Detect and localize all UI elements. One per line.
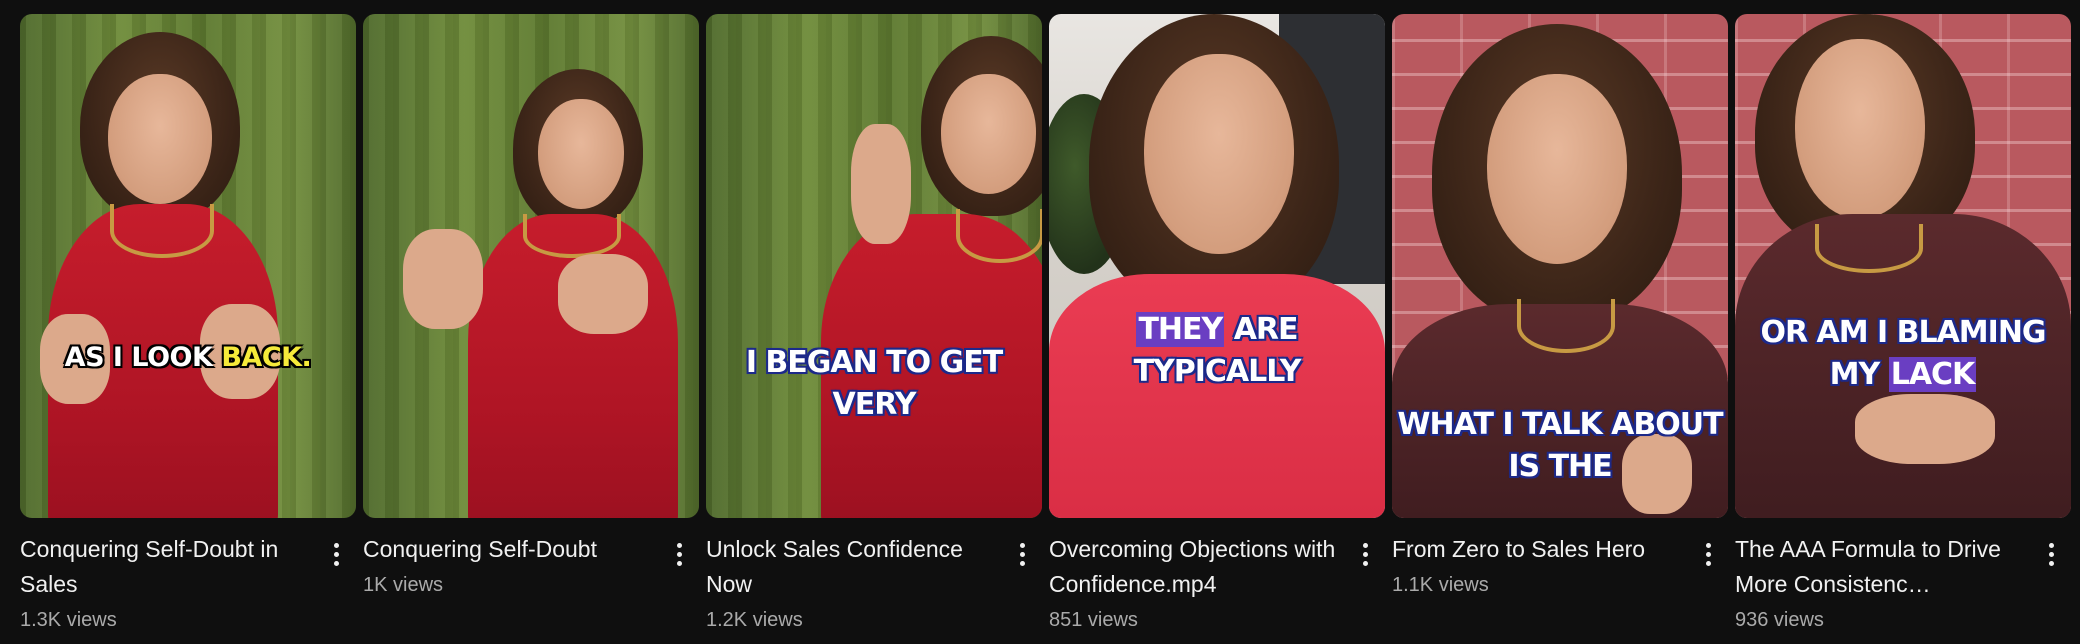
view-count: 1.1K views xyxy=(1392,574,1489,596)
more-vert-icon[interactable] xyxy=(1353,538,1377,570)
short-card: Conquering Self-Doubt 1K views xyxy=(363,14,699,636)
short-title[interactable]: Overcoming Objections with Confidence.mp… xyxy=(1049,532,1351,602)
short-card: OR AM I BLAMING MY LACK The AAA Formula t… xyxy=(1735,14,2071,636)
short-card: AS I LOOK BACK. Conquering Self-Doubt in… xyxy=(20,14,356,636)
short-card: THEY ARE TYPICALLY Overcoming Objections … xyxy=(1049,14,1385,636)
short-meta: From Zero to Sales Hero 1.1K views xyxy=(1392,518,1728,601)
view-count: 1.2K views xyxy=(706,609,803,631)
short-title[interactable]: From Zero to Sales Hero xyxy=(1392,532,1694,567)
short-card: WHAT I TALK ABOUT IS THE From Zero to Sa… xyxy=(1392,14,1728,636)
short-title[interactable]: Unlock Sales Confidence Now xyxy=(706,532,1008,602)
view-count: 851 views xyxy=(1049,609,1138,631)
more-vert-icon[interactable] xyxy=(2039,538,2063,570)
short-title[interactable]: The AAA Formula to Drive More Consistenc… xyxy=(1735,532,2037,602)
short-thumbnail[interactable]: AS I LOOK BACK. xyxy=(20,14,356,518)
short-thumbnail[interactable]: I BEGAN TO GET VERY xyxy=(706,14,1042,518)
shorts-shelf: AS I LOOK BACK. Conquering Self-Doubt in… xyxy=(20,14,2071,636)
short-title[interactable]: Conquering Self-Doubt xyxy=(363,532,665,567)
short-meta: Conquering Self-Doubt 1K views xyxy=(363,518,699,601)
short-meta: Conquering Self-Doubt in Sales 1.3K view… xyxy=(20,518,356,636)
short-meta: Unlock Sales Confidence Now 1.2K views xyxy=(706,518,1042,636)
more-vert-icon[interactable] xyxy=(1010,538,1034,570)
view-count: 936 views xyxy=(1735,609,1824,631)
short-title[interactable]: Conquering Self-Doubt in Sales xyxy=(20,532,322,602)
short-thumbnail[interactable]: OR AM I BLAMING MY LACK xyxy=(1735,14,2071,518)
short-meta: Overcoming Objections with Confidence.mp… xyxy=(1049,518,1385,636)
view-count: 1.3K views xyxy=(20,609,117,631)
short-card: I BEGAN TO GET VERY Unlock Sales Confiden… xyxy=(706,14,1042,636)
short-meta: The AAA Formula to Drive More Consistenc… xyxy=(1735,518,2071,636)
more-vert-icon[interactable] xyxy=(667,538,691,570)
more-vert-icon[interactable] xyxy=(324,538,348,570)
more-vert-icon[interactable] xyxy=(1696,538,1720,570)
view-count: 1K views xyxy=(363,574,444,596)
short-thumbnail[interactable]: WHAT I TALK ABOUT IS THE xyxy=(1392,14,1728,518)
short-thumbnail[interactable] xyxy=(363,14,699,518)
short-thumbnail[interactable]: THEY ARE TYPICALLY xyxy=(1049,14,1385,518)
